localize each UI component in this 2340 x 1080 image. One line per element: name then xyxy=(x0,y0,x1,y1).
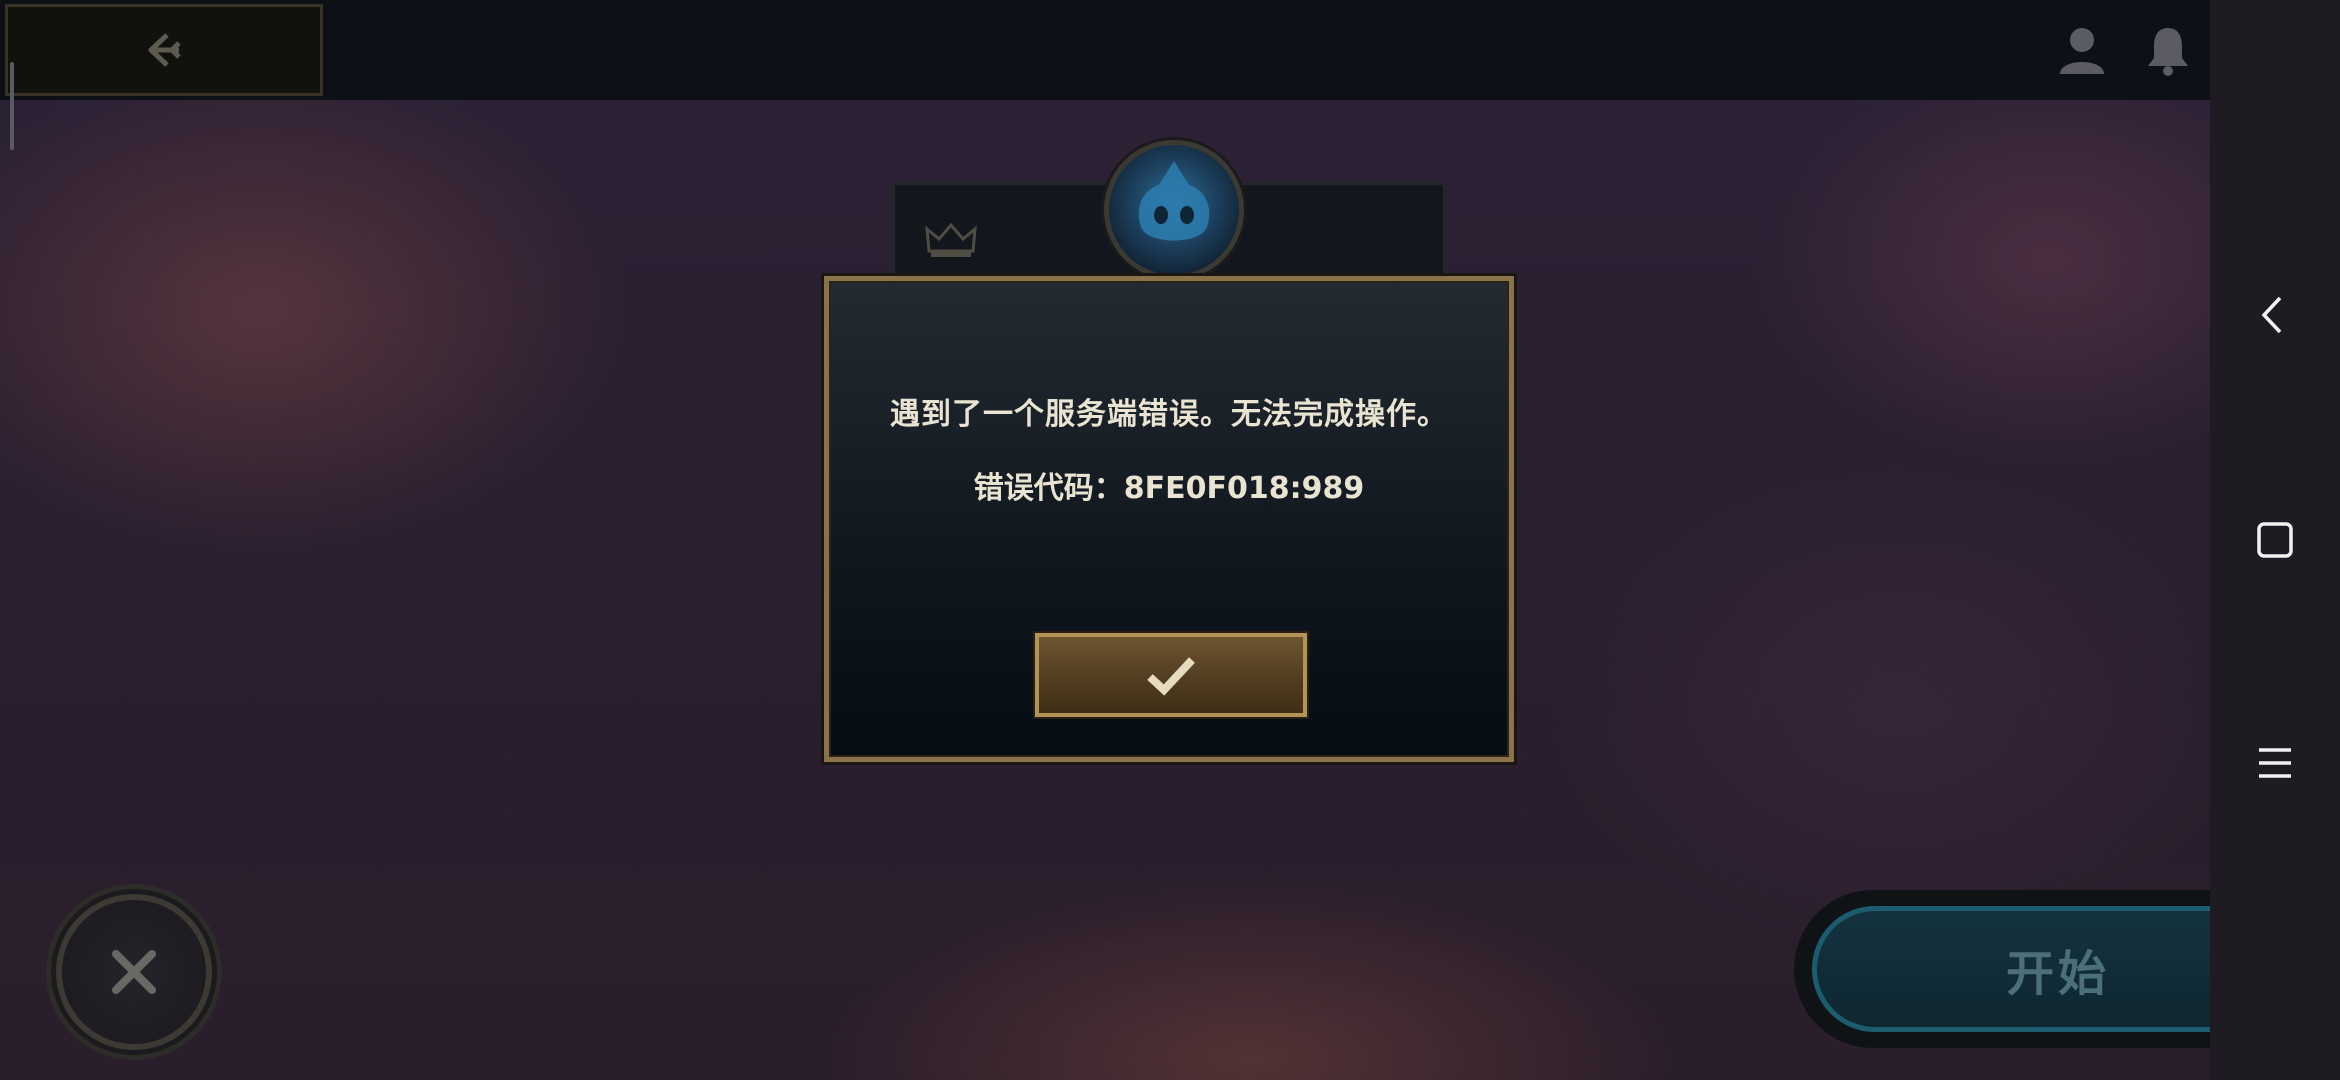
cancel-button[interactable] xyxy=(56,894,212,1050)
crown-icon xyxy=(925,222,977,257)
error-code-value: 8FE0F018:989 xyxy=(1123,471,1365,506)
system-back-button[interactable] xyxy=(2250,290,2300,340)
system-home-button[interactable] xyxy=(2250,515,2300,565)
system-navigation-bar xyxy=(2210,0,2340,1080)
start-button[interactable]: 开始 xyxy=(1812,906,2264,1032)
error-code-label: 错误代码： xyxy=(973,471,1124,506)
top-bar xyxy=(0,0,2278,100)
error-dialog: 遇到了一个服务端错误。无法完成操作。 错误代码：8FE0F018:989 xyxy=(824,276,1514,762)
system-recents-button[interactable] xyxy=(2250,738,2300,788)
back-icon xyxy=(2261,296,2282,334)
avatar xyxy=(1104,140,1244,280)
little-legend-icon xyxy=(1138,161,1210,241)
back-arrow-icon xyxy=(148,33,181,67)
start-button-label: 开始 xyxy=(2005,946,2110,1002)
confirm-button[interactable] xyxy=(1035,633,1307,717)
error-code-row: 错误代码：8FE0F018:989 xyxy=(829,463,1509,507)
home-icon xyxy=(2257,522,2293,558)
close-icon xyxy=(112,950,156,994)
bell-icon[interactable] xyxy=(2140,22,2196,78)
back-button[interactable] xyxy=(5,4,323,96)
profile-icon[interactable] xyxy=(2054,22,2110,78)
menu-icon xyxy=(2259,748,2291,778)
scroll-indicator xyxy=(10,62,14,150)
error-message: 遇到了一个服务端错误。无法完成操作。 xyxy=(890,397,1448,432)
checkmark-icon xyxy=(1147,657,1195,696)
